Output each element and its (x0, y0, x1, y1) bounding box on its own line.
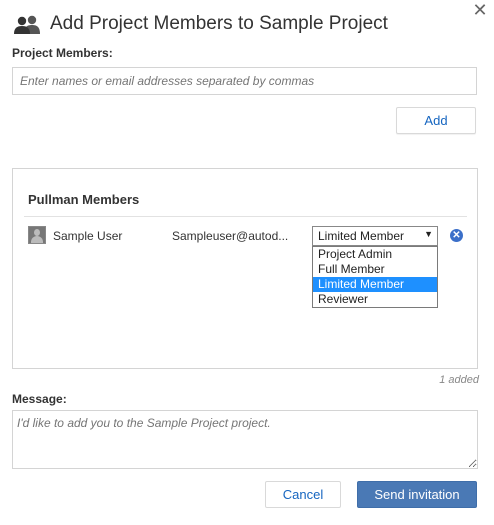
added-count: 1 added (439, 374, 479, 386)
send-invitation-button[interactable]: Send invitation (357, 481, 477, 508)
message-textarea[interactable] (12, 410, 478, 469)
project-members-input[interactable] (12, 67, 477, 95)
role-option-full-member[interactable]: Full Member (313, 262, 437, 277)
remove-circle-icon[interactable]: ✕ (450, 229, 463, 242)
users-icon (14, 15, 42, 35)
member-email: Sampleuser@autod... (172, 229, 289, 243)
role-select-value: Limited Member (318, 229, 405, 243)
role-dropdown-list: Project Admin Full Member Limited Member… (312, 246, 438, 308)
role-option-project-admin[interactable]: Project Admin (313, 247, 437, 262)
project-members-label: Project Members: (12, 46, 113, 60)
role-option-limited-member[interactable]: Limited Member (313, 277, 437, 292)
chevron-down-icon: ▼ (424, 229, 433, 239)
dialog-title: Add Project Members to Sample Project (50, 13, 388, 34)
panel-divider (24, 216, 467, 217)
pullman-members-title: Pullman Members (28, 192, 140, 207)
add-button[interactable]: Add (396, 107, 476, 134)
user-avatar-icon (28, 226, 46, 244)
cancel-button[interactable]: Cancel (265, 481, 341, 508)
member-name: Sample User (53, 229, 123, 243)
close-icon[interactable]: ✕ (470, 0, 490, 20)
message-label: Message: (12, 392, 67, 406)
role-select[interactable]: Limited Member ▼ (312, 226, 438, 246)
role-option-reviewer[interactable]: Reviewer (313, 292, 437, 307)
